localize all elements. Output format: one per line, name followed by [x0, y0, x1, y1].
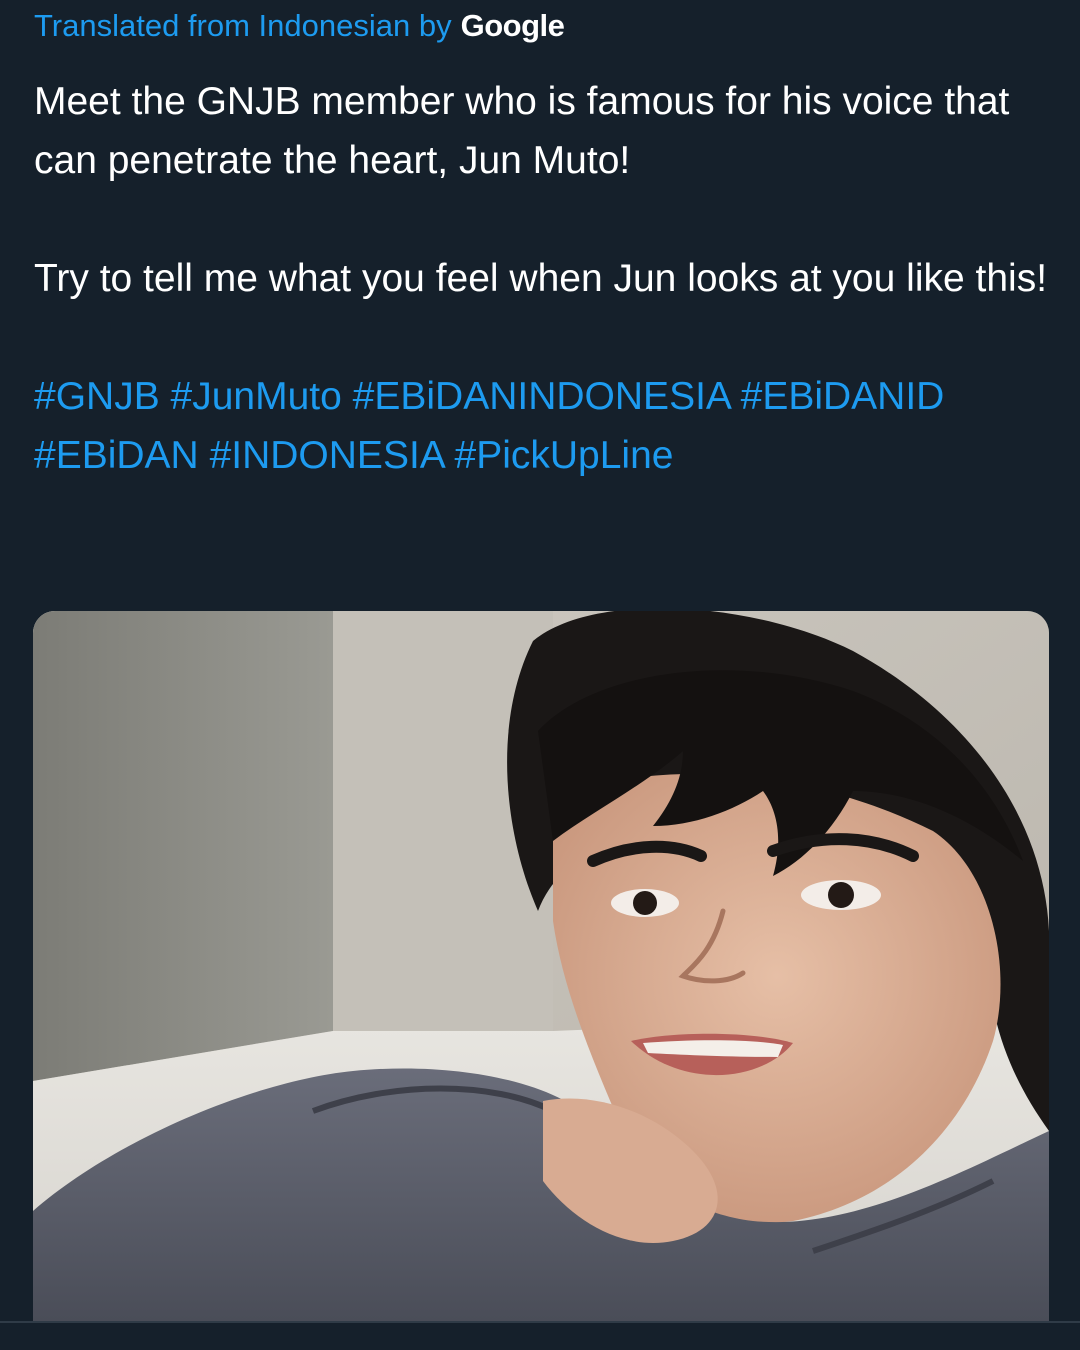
- translation-attribution[interactable]: Translated from Indonesian by Google: [34, 4, 565, 48]
- hashtag-link[interactable]: #EBiDANINDONESIA: [353, 375, 730, 418]
- hashtag-link[interactable]: #GNJB: [34, 375, 160, 418]
- photo-illustration: [33, 611, 1049, 1321]
- google-logo: Google: [460, 8, 565, 43]
- bottom-divider: [0, 1321, 1080, 1323]
- tweet-paragraph: Meet the GNJB member who is famous for h…: [34, 80, 1010, 182]
- hashtag-list: #GNJB #JunMuto #EBiDANINDONESIA #EBiDANI…: [34, 367, 1054, 485]
- tweet-text: Meet the GNJB member who is famous for h…: [34, 72, 1054, 485]
- hashtag-link[interactable]: #INDONESIA: [210, 434, 444, 477]
- tweet-media-photo[interactable]: [33, 611, 1049, 1321]
- hashtag-link[interactable]: #PickUpLine: [455, 434, 674, 477]
- tweet-paragraph: Try to tell me what you feel when Jun lo…: [34, 257, 1048, 300]
- hashtag-link[interactable]: #EBiDANID: [741, 375, 945, 418]
- translation-label: Translated from Indonesian by: [34, 8, 452, 43]
- hashtag-link[interactable]: #EBiDAN: [34, 434, 199, 477]
- hashtag-link[interactable]: #JunMuto: [171, 375, 342, 418]
